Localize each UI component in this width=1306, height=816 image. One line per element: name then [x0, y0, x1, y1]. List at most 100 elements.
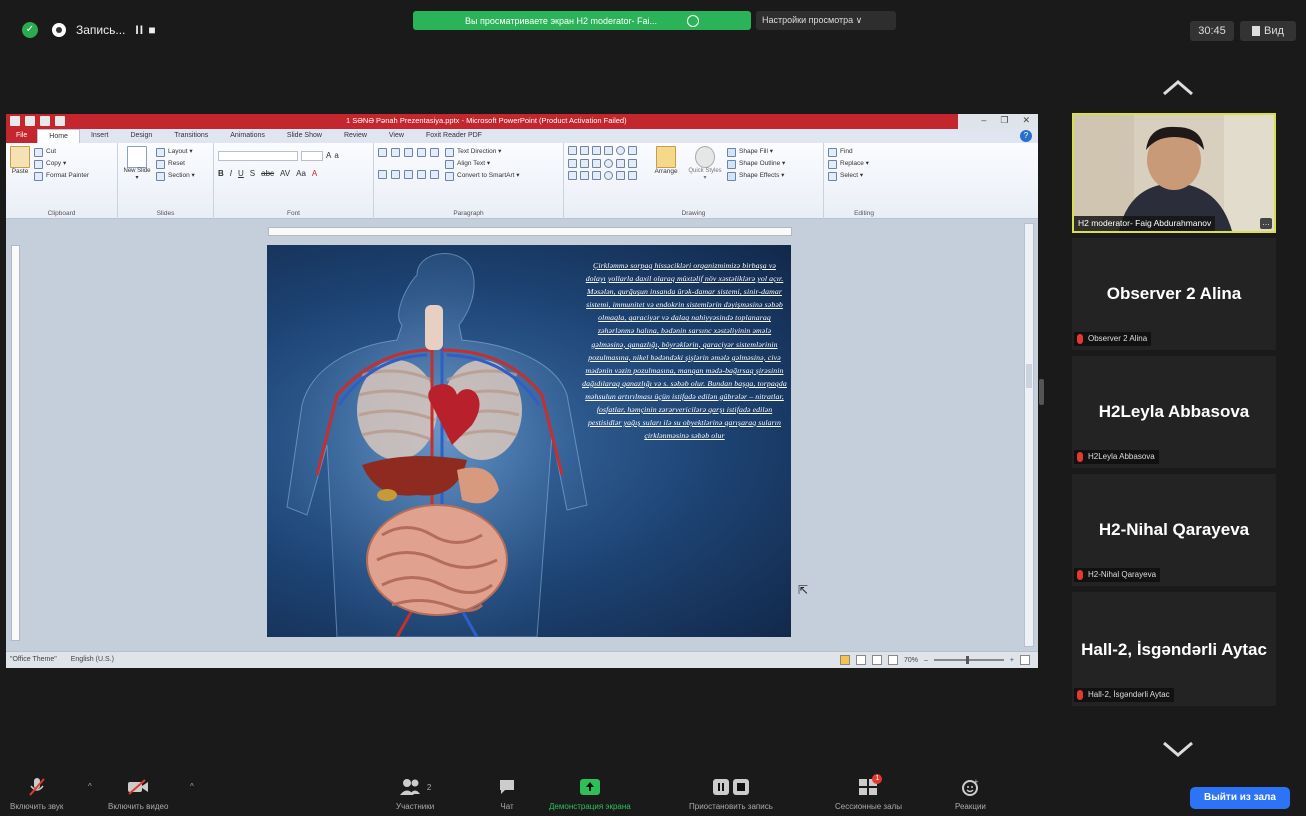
- paste-button[interactable]: Paste: [10, 146, 30, 182]
- zoom-slider[interactable]: [933, 656, 1004, 664]
- slide-sorter-icon[interactable]: [855, 655, 866, 665]
- leave-meeting-button[interactable]: Выйти из зала: [1190, 787, 1290, 809]
- shape-arrow-icon[interactable]: [580, 158, 589, 168]
- chat-button[interactable]: Чат: [498, 776, 516, 811]
- tab-design[interactable]: Design: [119, 129, 163, 143]
- tab-view[interactable]: View: [378, 129, 415, 143]
- start-video-button[interactable]: Включить видео: [108, 776, 168, 811]
- zoom-out-icon[interactable]: –: [924, 657, 928, 664]
- minimize-icon[interactable]: –: [981, 115, 986, 126]
- columns-icon[interactable]: [430, 169, 439, 179]
- save-icon[interactable]: [25, 116, 35, 126]
- tab-review[interactable]: Review: [333, 129, 378, 143]
- tab-insert[interactable]: Insert: [80, 129, 120, 143]
- format-painter-button[interactable]: Format Painter: [34, 170, 89, 182]
- shape-rect-icon[interactable]: [616, 158, 625, 168]
- participant-tile[interactable]: H2-Nihal Qarayeva H2-Nihal Qarayeva: [1072, 474, 1276, 586]
- align-left-icon[interactable]: [378, 169, 387, 179]
- scroll-down-chevron-icon[interactable]: [1158, 735, 1198, 765]
- shape-arrow-icon[interactable]: [592, 158, 601, 168]
- video-tile-active-speaker[interactable]: H2 moderator- Faig Abdurahmanov …: [1072, 113, 1276, 233]
- slide-canvas[interactable]: Çirkləmmə sorpaq hissəcikləri orqanizmim…: [267, 245, 791, 637]
- scroll-thumb[interactable]: [1026, 364, 1032, 388]
- participant-tile[interactable]: Observer 2 Alina Observer 2 Alina: [1072, 238, 1276, 350]
- recording-pause-stop-controls[interactable]: II ■: [135, 23, 156, 37]
- shape-oval-icon[interactable]: [616, 146, 625, 155]
- window-controls[interactable]: – ❐ ✕: [981, 115, 1030, 126]
- justify-icon[interactable]: [417, 169, 426, 179]
- video-options-caret-icon[interactable]: ^: [190, 782, 194, 791]
- font-family-select[interactable]: [218, 151, 298, 161]
- shape-outline-button[interactable]: Shape Outline ▾: [727, 158, 785, 170]
- quick-styles-button[interactable]: Quick Styles ▾: [688, 146, 722, 182]
- layout-button[interactable]: Layout ▾: [156, 146, 195, 158]
- shape-fill-button[interactable]: Shape Fill ▾: [727, 146, 785, 158]
- convert-smartart-button[interactable]: Convert to SmartArt ▾: [445, 170, 520, 182]
- shadow-icon[interactable]: S: [250, 168, 255, 180]
- copy-button[interactable]: Copy ▾: [34, 158, 89, 170]
- scroll-up-chevron-icon[interactable]: [1158, 72, 1198, 102]
- section-button[interactable]: Section ▾: [156, 170, 195, 182]
- zoom-level[interactable]: 70%: [904, 657, 918, 664]
- shapes-gallery[interactable]: [568, 146, 644, 182]
- text-direction-button[interactable]: Text Direction ▾: [445, 146, 520, 158]
- security-shield-icon[interactable]: ✓: [22, 22, 38, 38]
- line-spacing-icon[interactable]: [430, 147, 439, 157]
- align-right-icon[interactable]: [404, 169, 413, 179]
- shape-line-icon[interactable]: [592, 146, 601, 155]
- reactions-button[interactable]: + Реакции: [955, 776, 986, 811]
- language-indicator[interactable]: English (U.S.): [71, 656, 114, 663]
- unmute-button[interactable]: Включить звук: [10, 776, 63, 811]
- participants-button[interactable]: 2 Участники: [396, 776, 434, 811]
- shape-triangle-icon[interactable]: [568, 158, 577, 168]
- tab-file[interactable]: File: [6, 129, 38, 143]
- grow-font-icon[interactable]: A: [326, 150, 331, 162]
- fit-slide-icon[interactable]: [1020, 655, 1030, 665]
- close-icon[interactable]: ✕: [1022, 115, 1030, 126]
- align-center-icon[interactable]: [391, 169, 400, 179]
- slideshow-icon[interactable]: [887, 655, 898, 665]
- shape-oval-icon[interactable]: [604, 158, 613, 168]
- shape-rect-icon[interactable]: [604, 146, 613, 155]
- tab-home[interactable]: Home: [37, 129, 80, 143]
- shape-curve-icon[interactable]: [580, 171, 589, 181]
- shape-rect-icon[interactable]: [628, 158, 637, 168]
- share-screen-button[interactable]: Демонстрация экрана: [549, 776, 631, 811]
- reading-view-icon[interactable]: [871, 655, 882, 665]
- participant-tile[interactable]: H2Leyla Abbasova H2Leyla Abbasova: [1072, 356, 1276, 468]
- font-size-select[interactable]: [301, 151, 323, 161]
- tab-animations[interactable]: Animations: [219, 129, 276, 143]
- help-icon[interactable]: ?: [1020, 130, 1032, 142]
- redo-icon[interactable]: [55, 116, 65, 126]
- slide-text-box[interactable]: Çirkləmmə sorpaq hissəcikləri orqanizmim…: [582, 259, 787, 442]
- arrange-button[interactable]: Arrange: [649, 146, 683, 182]
- breakout-rooms-button[interactable]: 1 Сессионные залы: [835, 774, 902, 811]
- shape-star-icon[interactable]: [628, 171, 637, 181]
- bold-icon[interactable]: B: [218, 168, 224, 180]
- reset-button[interactable]: Reset: [156, 158, 195, 170]
- shape-line-icon[interactable]: [580, 146, 589, 155]
- quick-access-toolbar[interactable]: [10, 116, 65, 126]
- vertical-scrollbar[interactable]: [1024, 223, 1034, 647]
- tab-foxit-reader-pdf[interactable]: Foxit Reader PDF: [415, 129, 493, 143]
- character-spacing-icon[interactable]: AV: [280, 168, 290, 180]
- decrease-indent-icon[interactable]: [404, 147, 413, 157]
- view-button[interactable]: Вид: [1240, 21, 1296, 41]
- shape-rect-icon[interactable]: [628, 146, 637, 155]
- shape-brace-icon[interactable]: [616, 171, 625, 181]
- more-options-icon[interactable]: …: [1260, 218, 1272, 229]
- audio-options-caret-icon[interactable]: ^: [88, 782, 92, 791]
- strikethrough-icon[interactable]: abc: [261, 168, 274, 180]
- replace-button[interactable]: Replace ▾: [828, 158, 900, 170]
- shape-curve-icon[interactable]: [568, 171, 577, 181]
- shape-oval-icon[interactable]: [604, 171, 613, 181]
- tab-transitions[interactable]: Transitions: [163, 129, 219, 143]
- increase-indent-icon[interactable]: [417, 147, 426, 157]
- restore-icon[interactable]: ❐: [1000, 115, 1008, 126]
- undo-icon[interactable]: [40, 116, 50, 126]
- underline-icon[interactable]: U: [238, 168, 244, 180]
- tab-slide-show[interactable]: Slide Show: [276, 129, 333, 143]
- bullets-icon[interactable]: [378, 147, 387, 157]
- view-options-dropdown[interactable]: Настройки просмотра ∨: [756, 11, 896, 30]
- find-button[interactable]: Find: [828, 146, 900, 158]
